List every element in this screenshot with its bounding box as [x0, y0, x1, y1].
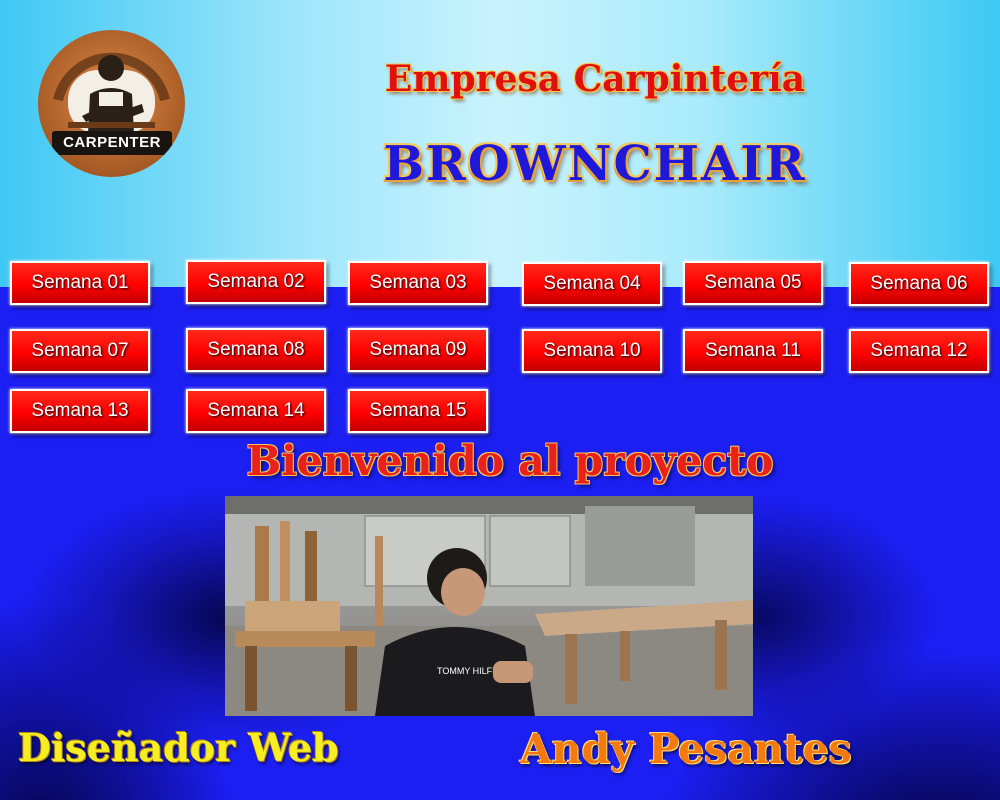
brand-name: BROWNCHAIR — [383, 136, 807, 192]
week-button-15[interactable]: Semana 15 — [348, 389, 488, 433]
week-button-11[interactable]: Semana 11 — [683, 329, 823, 373]
week-button-02[interactable]: Semana 02 — [186, 260, 326, 304]
company-title: Empresa Carpintería — [384, 58, 806, 100]
week-button-09[interactable]: Semana 09 — [348, 328, 488, 372]
welcome-heading: Bienvenido al proyecto — [246, 437, 774, 485]
week-button-13[interactable]: Semana 13 — [10, 389, 150, 433]
page: CARPENTER Empresa Carpintería BROWNCHAIR… — [0, 0, 1000, 800]
week-button-03[interactable]: Semana 03 — [348, 261, 488, 305]
week-button-07[interactable]: Semana 07 — [10, 329, 150, 373]
designer-name: Andy Pesantes — [520, 725, 852, 773]
week-button-05[interactable]: Semana 05 — [683, 261, 823, 305]
carpenter-logo: CARPENTER — [38, 30, 185, 177]
designer-role: Diseñador Web — [18, 725, 339, 770]
workshop-photo: TOMMY HILFIGER — [225, 496, 753, 716]
week-button-10[interactable]: Semana 10 — [522, 329, 662, 373]
week-button-14[interactable]: Semana 14 — [186, 389, 326, 433]
week-button-08[interactable]: Semana 08 — [186, 328, 326, 372]
week-button-12[interactable]: Semana 12 — [849, 329, 989, 373]
week-button-06[interactable]: Semana 06 — [849, 262, 989, 306]
week-button-01[interactable]: Semana 01 — [10, 261, 150, 305]
logo-label: CARPENTER — [52, 131, 172, 155]
week-button-04[interactable]: Semana 04 — [522, 262, 662, 306]
